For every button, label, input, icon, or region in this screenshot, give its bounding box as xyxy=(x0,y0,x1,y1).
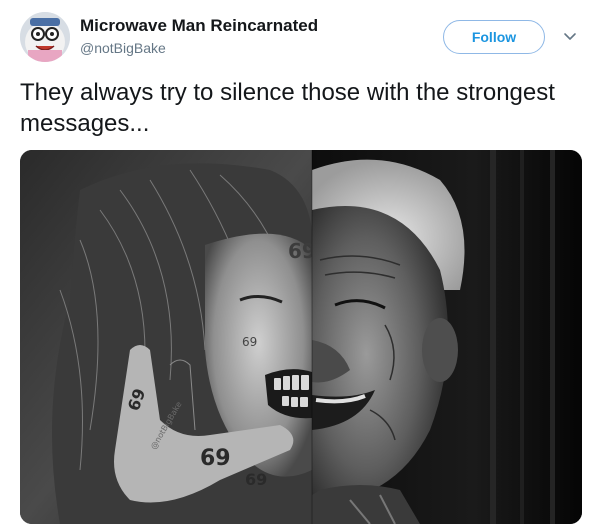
avatar[interactable] xyxy=(20,12,70,62)
display-name[interactable]: Microwave Man Reincarnated xyxy=(80,16,318,36)
split-face-photo: 69 69 69 69 69 @notBigBake xyxy=(20,150,582,524)
svg-text:69: 69 xyxy=(200,446,231,471)
tweet-card: Microwave Man Reincarnated @notBigBake F… xyxy=(0,0,591,529)
tweet-media-image[interactable]: 69 69 69 69 69 @notBigBake xyxy=(20,150,582,524)
svg-text:69: 69 xyxy=(242,335,257,349)
chevron-down-icon[interactable] xyxy=(562,30,578,44)
follow-button[interactable]: Follow xyxy=(443,20,545,54)
user-handle[interactable]: @notBigBake xyxy=(80,40,166,56)
tweet-text: They always try to silence those with th… xyxy=(20,79,555,137)
svg-text:69: 69 xyxy=(245,470,267,489)
